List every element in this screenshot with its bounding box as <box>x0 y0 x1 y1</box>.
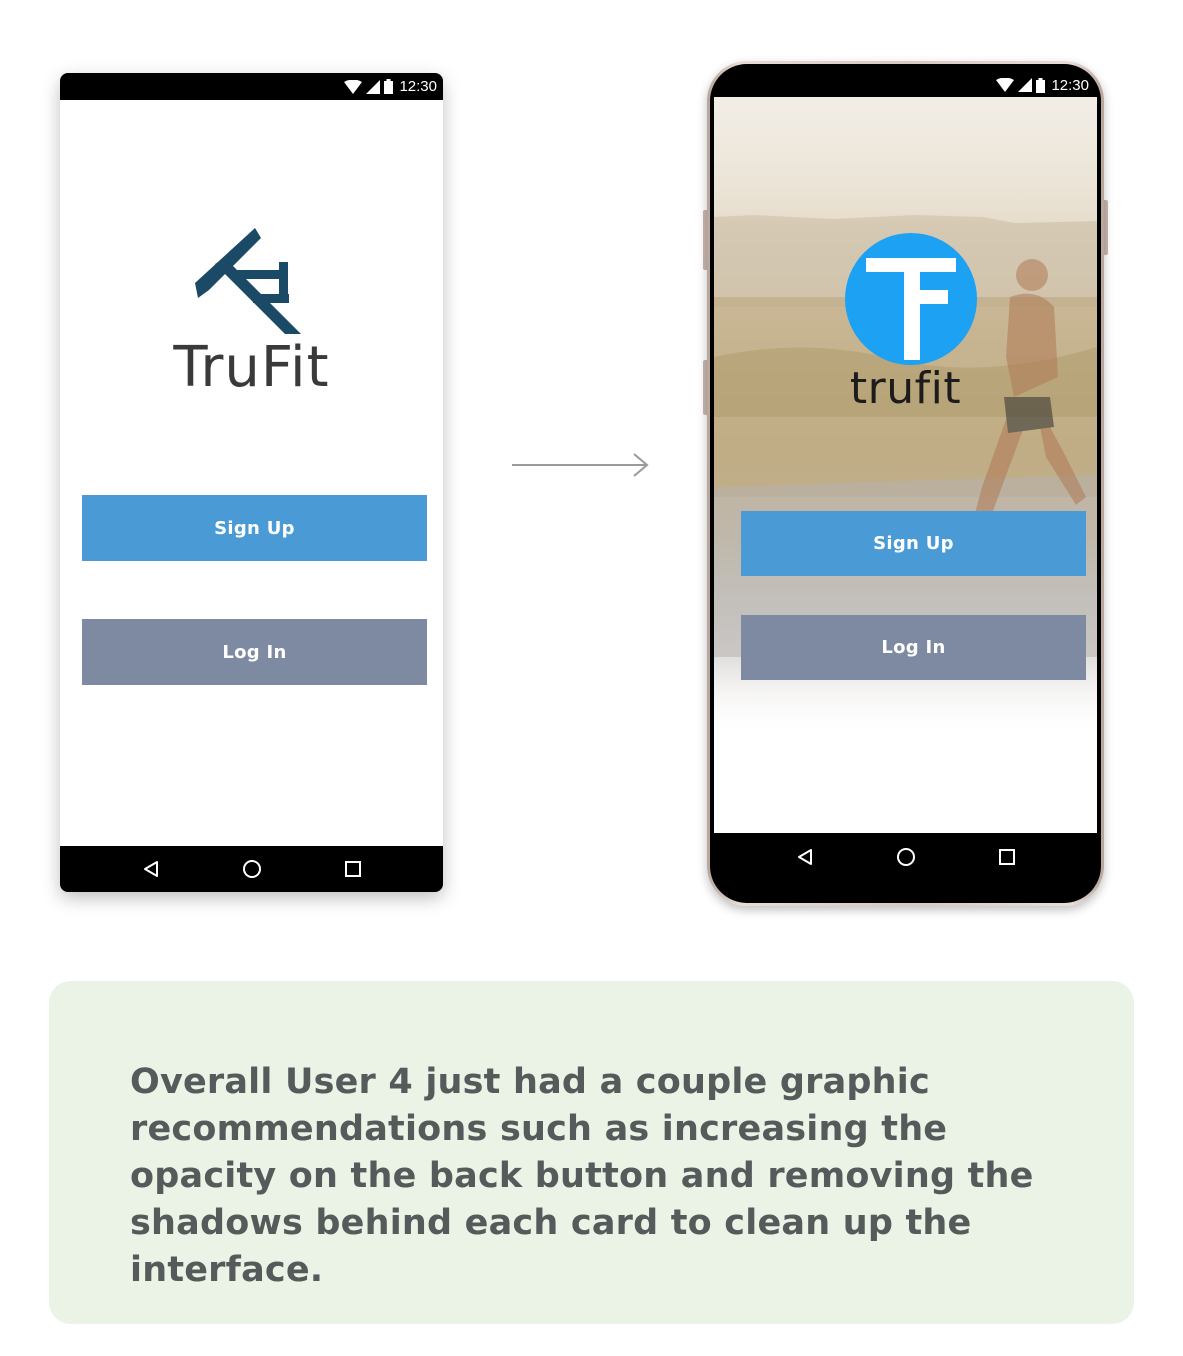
recents-square-icon[interactable] <box>338 854 368 884</box>
caption-card: Overall User 4 just had a couple graphic… <box>49 981 1134 1324</box>
navigation-bar <box>714 833 1097 881</box>
trufit-circle-logo-icon <box>844 232 978 370</box>
navigation-bar <box>60 846 443 892</box>
battery-icon <box>384 79 394 94</box>
runner-background-image <box>714 97 1097 737</box>
cell-signal-icon <box>1018 78 1033 92</box>
wifi-icon <box>344 79 363 94</box>
caption-text: Overall User 4 just had a couple graphic… <box>130 1062 1034 1290</box>
sign-up-button[interactable]: Sign Up <box>82 495 427 561</box>
after-phone-screen: trufit Sign Up Log In <box>714 97 1097 844</box>
status-time: 12:30 <box>1051 76 1089 94</box>
back-triangle-icon[interactable] <box>790 842 820 872</box>
status-bar: 12:30 <box>714 70 1097 100</box>
trufit-logo-icon <box>195 228 305 338</box>
log-in-button[interactable]: Log In <box>741 615 1086 680</box>
home-circle-icon[interactable] <box>891 842 921 872</box>
battery-icon <box>1036 77 1046 93</box>
back-triangle-icon[interactable] <box>136 854 166 884</box>
wifi-icon <box>996 78 1015 92</box>
arrow-right-icon <box>512 452 652 482</box>
log-in-button[interactable]: Log In <box>82 619 427 685</box>
sign-up-button[interactable]: Sign Up <box>741 511 1086 576</box>
recents-square-icon[interactable] <box>992 842 1022 872</box>
status-bar: 12:30 <box>60 73 443 100</box>
cell-signal-icon <box>366 79 381 94</box>
after-phone-frame: trufit Sign Up Log In 12:30 <box>707 61 1104 906</box>
brand-name: trufit <box>849 363 962 414</box>
before-phone-screen: 12:30 TruFit Sign Up Log In <box>60 73 443 892</box>
status-time: 12:30 <box>399 78 437 95</box>
after-phone-bezel: trufit Sign Up Log In 12:30 <box>710 64 1101 903</box>
brand-name: TruFit <box>173 335 330 400</box>
home-circle-icon[interactable] <box>237 854 267 884</box>
